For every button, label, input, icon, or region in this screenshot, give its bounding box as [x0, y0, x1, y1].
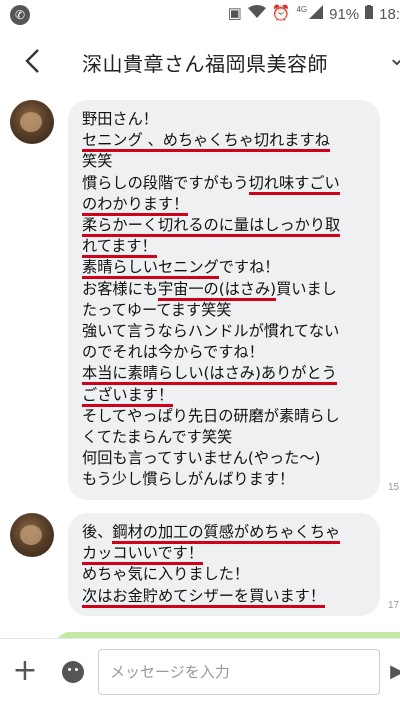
message-line: 笑笑 — [82, 151, 380, 172]
underlined-text: 本当に素晴らしい(はさみ)ありがとう — [82, 364, 337, 386]
message-line: くてたまらんです笑笑 — [82, 427, 380, 448]
message-text: そしてやっぱり先日の研磨が素晴らし — [82, 406, 340, 425]
message-line: 何回も言ってすいません(やった〜) — [82, 448, 380, 469]
message-line: 強いて言うならハンドルが慣れてない — [82, 321, 380, 342]
chevron-left-icon — [25, 49, 39, 73]
message-text: 買いまし — [276, 279, 337, 298]
message-line: もう少し慣らしがんばります！ — [82, 469, 380, 490]
message-line: 本当に素晴らしい(はさみ)ありがとう — [82, 363, 380, 386]
message-text: のでそれは今からですね！ — [82, 343, 264, 362]
message-line: のわかります！ — [82, 194, 380, 216]
message-line: 慣らしの段階ですがもう切れ味すごい — [82, 173, 380, 195]
message-line: ございます！ — [82, 385, 380, 407]
message-text: 笑笑 — [82, 152, 113, 171]
underlined-text: 宇宙一の(はさみ) — [157, 279, 277, 301]
network-label: 4G — [296, 4, 308, 14]
message-text: 慣らしの段階ですがもう — [82, 173, 249, 192]
message-line: 野田さん！ — [82, 109, 380, 130]
underlined-text: 素晴らしいセニング — [82, 258, 219, 280]
avatar[interactable] — [10, 100, 54, 144]
message-line: 柔らかーく切れるのに量はしっかり取 — [82, 215, 380, 238]
message-line: 素晴らしいセニングですね！ — [82, 257, 380, 280]
underlined-text: 切れ味すごい — [248, 173, 340, 195]
send-icon[interactable]: ▶ — [390, 661, 400, 682]
battery-text: 91% — [329, 5, 360, 23]
signal-icon — [309, 5, 324, 23]
plus-icon[interactable]: + — [10, 651, 40, 691]
message-bubble[interactable]: 野田さん！ セニング 、めちゃくちゃ切れますね 笑笑慣らしの段階ですがもう切れ味すご… — [68, 100, 380, 500]
message-line: のでそれは今からですね！ — [82, 342, 380, 363]
image-icon: ▣ — [227, 5, 242, 22]
message-line: そしてやっぱり先日の研磨が素晴らし — [82, 406, 380, 427]
message-line: セニング 、めちゃくちゃ切れますね — [82, 130, 380, 153]
message-time: 17 — [388, 600, 400, 611]
message-text: 後、 — [82, 523, 113, 541]
underlined-text: れてます！ — [82, 237, 157, 259]
underlined-text: ございます！ — [82, 385, 174, 407]
message-text: もう少し慣らしがんばります！ — [82, 470, 295, 489]
message-input[interactable] — [98, 649, 380, 695]
input-bar: + ▶ — [0, 638, 400, 718]
message-list[interactable]: 野田さん！ セニング 、めちゃくちゃ切れますね 笑笑慣らしの段階ですがもう切れ味すご… — [0, 90, 400, 638]
message-line: 次はお金貯めてシザーを買います！ — [82, 586, 380, 608]
message-line: お客様にも宇宙一の(はさみ)買いまし — [82, 279, 380, 301]
message-text: くてたまらんです笑笑 — [82, 428, 233, 447]
message-time: 15 — [388, 482, 400, 493]
message-text: めちゃ気に入りました！ — [82, 565, 250, 584]
message-line: めちゃ気に入りました！ — [82, 564, 380, 585]
alarm-icon: ⏰ — [271, 5, 291, 22]
battery-icon — [365, 5, 374, 23]
underlined-text: セニング 、めちゃくちゃ切れますね — [82, 131, 330, 153]
chat-header: 深山貴章さん福岡県美容師 ⌄ — [0, 32, 400, 91]
message-text: 野田さん！ — [82, 110, 158, 128]
underlined-text: 鋼材の加工の質感がめちゃくちゃ — [112, 523, 341, 544]
phone-icon: ✆ — [10, 5, 30, 25]
underlined-text: 次はお金貯めてシザーを買います！ — [82, 586, 325, 608]
chat-title: 深山貴章さん福岡県美容師 — [82, 52, 328, 76]
message-text: 何回も言ってすいません(やった〜) — [82, 449, 321, 468]
status-bar: ✆ ▣ ⏰ 4G 91% 18: — [0, 0, 400, 32]
message-line: たってゆーてます笑笑 — [82, 300, 380, 321]
underlined-text: カッコいいです！ — [82, 544, 204, 566]
message-bubble[interactable]: 後、鋼材の加工の質感がめちゃくちゃ カッコいいです！ めちゃ気に入りました！ 次はお金… — [68, 513, 380, 616]
message-text: お客様にも — [82, 279, 158, 298]
message-text: ですね！ — [218, 258, 280, 277]
back-button[interactable] — [14, 42, 50, 80]
underlined-text: 柔らかーく切れるのに量はしっかり取 — [82, 216, 341, 238]
message-line: カッコいいです！ — [82, 543, 380, 566]
message-line: 後、鋼材の加工の質感がめちゃくちゃ — [82, 522, 380, 544]
clock-text: 18: — [379, 5, 400, 23]
sticker-icon[interactable] — [62, 661, 84, 683]
wifi-icon — [247, 5, 266, 23]
underlined-text: のわかります！ — [82, 194, 189, 216]
message-text: たってゆーてます笑笑 — [82, 300, 232, 319]
avatar[interactable] — [10, 513, 54, 557]
menu-icon[interactable]: ⌄ — [388, 46, 400, 71]
message-line: れてます！ — [82, 236, 380, 259]
message-text: 強いて言うならハンドルが慣れてない — [82, 322, 340, 341]
